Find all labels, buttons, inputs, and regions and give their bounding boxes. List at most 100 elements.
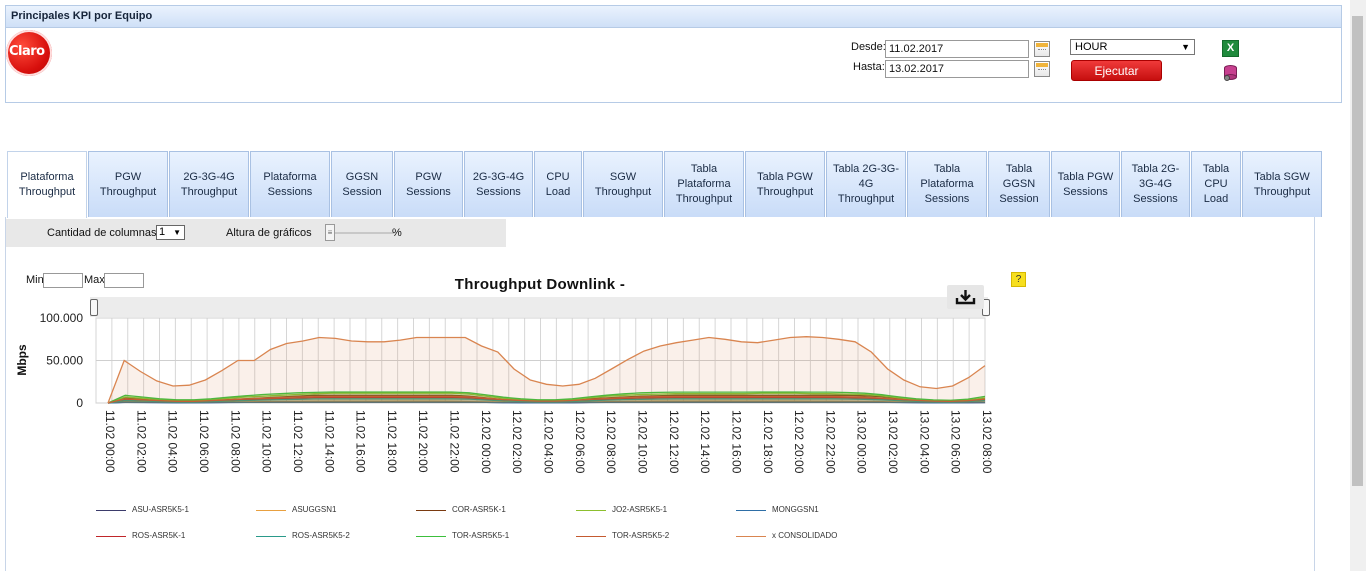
legend-swatch[interactable] (96, 510, 126, 511)
columns-value: 1 (159, 226, 166, 238)
x-tick-label: 12.02 00:00 (479, 410, 493, 474)
x-tick-label: 12.02 06:00 (573, 410, 587, 474)
legend-item[interactable]: ROS-ASR5K-1 (132, 531, 185, 540)
max-input[interactable] (104, 273, 144, 288)
x-tick-label: 12.02 22:00 (823, 410, 837, 474)
legend-swatch[interactable] (736, 536, 766, 537)
tab-tabla-sgw-throughput[interactable]: Tabla SGW Throughput (1242, 151, 1322, 217)
tab-tabla-pgw-throughput[interactable]: Tabla PGW Throughput (745, 151, 825, 217)
chart-toolbar: Cantidad de columnas 1 ▼ Altura de gráfi… (6, 219, 506, 247)
chevron-down-icon: ▼ (1181, 42, 1190, 52)
legend-item[interactable]: JO2-ASR5K5-1 (612, 505, 667, 514)
calendar-icon[interactable] (1034, 61, 1050, 77)
x-tick-label: 11.02 18:00 (385, 410, 399, 473)
tab-tabla-plataforma-throughput[interactable]: Tabla Plataforma Throughput (664, 151, 744, 217)
x-tick-label: 13.02 00:00 (855, 410, 869, 474)
x-tick-label: 11.02 20:00 (416, 410, 430, 473)
tab-bar: Plataforma Throughput PGW Throughput 2G-3G… (7, 151, 1322, 218)
columns-label: Cantidad de columnas (47, 227, 157, 239)
x-tick-label: 12.02 16:00 (729, 410, 743, 474)
desde-input[interactable]: 11.02.2017 (885, 40, 1029, 58)
legend-swatch[interactable] (416, 536, 446, 537)
legend-item[interactable]: TOR-ASR5K5-1 (452, 531, 509, 540)
x-tick-label: 11.02 04:00 (166, 410, 180, 473)
x-tick-label: 11.02 14:00 (322, 410, 336, 473)
height-slider-handle[interactable]: ≡ (325, 224, 335, 241)
tab-tabla-pgw-sessions[interactable]: Tabla PGW Sessions (1051, 151, 1120, 217)
hasta-label: Hasta: (853, 61, 885, 73)
tab-pgw-throughput[interactable]: PGW Throughput (88, 151, 168, 217)
scrollbar-thumb[interactable] (1352, 16, 1363, 486)
tab-tabla-2g-3g-4g-throughput[interactable]: Tabla 2G-3G-4G Throughput (826, 151, 906, 217)
legend-item[interactable]: ASU-ASR5K5-1 (132, 505, 189, 514)
legend-item[interactable]: TOR-ASR5K5-2 (612, 531, 669, 540)
claro-logo: Claro (6, 30, 52, 76)
tab-tabla-2g-3g-4g-sessions[interactable]: Tabla 2G-3G-4G Sessions (1121, 151, 1190, 217)
tab-tabla-plataforma-sessions[interactable]: Tabla Plataforma Sessions (907, 151, 987, 217)
legend-item[interactable]: ASUGGSN1 (292, 505, 336, 514)
tab-cpu-load[interactable]: CPU Load (534, 151, 582, 217)
x-tick-label: 11.02 02:00 (134, 410, 148, 473)
y-axis-label: Mbps (15, 344, 29, 376)
y-tick-label: 0 (76, 396, 83, 410)
height-label: Altura de gráficos (226, 227, 312, 239)
x-tick-label: 13.02 08:00 (980, 410, 994, 474)
tab-tabla-ggsn-session[interactable]: Tabla GGSN Session (988, 151, 1050, 217)
x-tick-label: 12.02 18:00 (761, 410, 775, 474)
logo-text: Claro (9, 44, 45, 59)
x-tick-label: 11.02 10:00 (260, 410, 274, 473)
database-icon[interactable] (1222, 64, 1239, 81)
x-tick-label: 12.02 10:00 (635, 410, 649, 474)
min-label: Min (26, 274, 44, 286)
tab-plataforma-throughput[interactable]: Plataforma Throughput (7, 151, 87, 218)
legend-item[interactable]: x CONSOLIDADO (772, 531, 837, 540)
columns-select[interactable]: 1 ▼ (156, 225, 185, 240)
tab-2g-3g-4g-sessions[interactable]: 2G-3G-4G Sessions (464, 151, 533, 217)
header-title: Principales KPI por Equipo (6, 6, 1341, 28)
desde-label: Desde: (851, 41, 886, 53)
vertical-scrollbar[interactable] (1350, 0, 1366, 571)
granularity-select[interactable]: HOUR ▼ (1070, 39, 1195, 55)
height-slider-track[interactable] (328, 232, 394, 234)
x-tick-label: 13.02 02:00 (886, 410, 900, 474)
legend-item[interactable]: ROS-ASR5K5-2 (292, 531, 350, 540)
chevron-down-icon: ▼ (173, 228, 181, 237)
tab-plataforma-sessions[interactable]: Plataforma Sessions (250, 151, 330, 217)
x-tick-label: 11.02 06:00 (197, 410, 211, 473)
legend-swatch[interactable] (416, 510, 446, 511)
legend-item[interactable]: COR-ASR5K-1 (452, 505, 506, 514)
x-tick-label: 12.02 02:00 (510, 410, 524, 474)
x-tick-label: 11.02 16:00 (354, 410, 368, 473)
x-tick-label: 11.02 12:00 (291, 410, 305, 473)
max-label: Max (84, 274, 105, 286)
x-tick-label: 13.02 06:00 (949, 410, 963, 474)
legend-swatch[interactable] (576, 536, 606, 537)
tab-sgw-throughput[interactable]: SGW Throughput (583, 151, 663, 217)
legend-swatch[interactable] (736, 510, 766, 511)
x-tick-label: 12.02 14:00 (698, 410, 712, 474)
min-input[interactable] (43, 273, 83, 288)
tab-ggsn-session[interactable]: GGSN Session (331, 151, 393, 217)
chart-title: Throughput Downlink - (454, 276, 626, 293)
x-tick-label: 12.02 12:00 (667, 410, 681, 474)
legend-swatch[interactable] (256, 536, 286, 537)
y-tick-label: 50.000 (46, 354, 83, 368)
x-tick-label: 12.02 20:00 (792, 410, 806, 474)
ejecutar-button[interactable]: Ejecutar (1071, 60, 1162, 81)
tab-tabla-cpu-load[interactable]: Tabla CPU Load (1191, 151, 1241, 217)
excel-icon[interactable]: X (1222, 40, 1239, 57)
tab-pgw-sessions[interactable]: PGW Sessions (394, 151, 463, 217)
x-tick-label: 12.02 04:00 (542, 410, 556, 474)
x-tick-label: 11.02 00:00 (103, 410, 117, 473)
legend-item[interactable]: MONGGSN1 (772, 505, 819, 514)
hasta-input[interactable]: 13.02.2017 (885, 60, 1029, 78)
calendar-icon[interactable] (1034, 41, 1050, 57)
legend-swatch[interactable] (576, 510, 606, 511)
legend-swatch[interactable] (256, 510, 286, 511)
x-tick-label: 13.02 04:00 (917, 410, 931, 474)
legend-swatch[interactable] (96, 536, 126, 537)
x-tick-label: 11.02 22:00 (448, 410, 462, 473)
tab-2g-3g-4g-throughput[interactable]: 2G-3G-4G Throughput (169, 151, 249, 217)
page: Principales KPI por Equipo Claro Desde: … (0, 0, 1366, 571)
help-button[interactable]: ? (1011, 272, 1026, 287)
